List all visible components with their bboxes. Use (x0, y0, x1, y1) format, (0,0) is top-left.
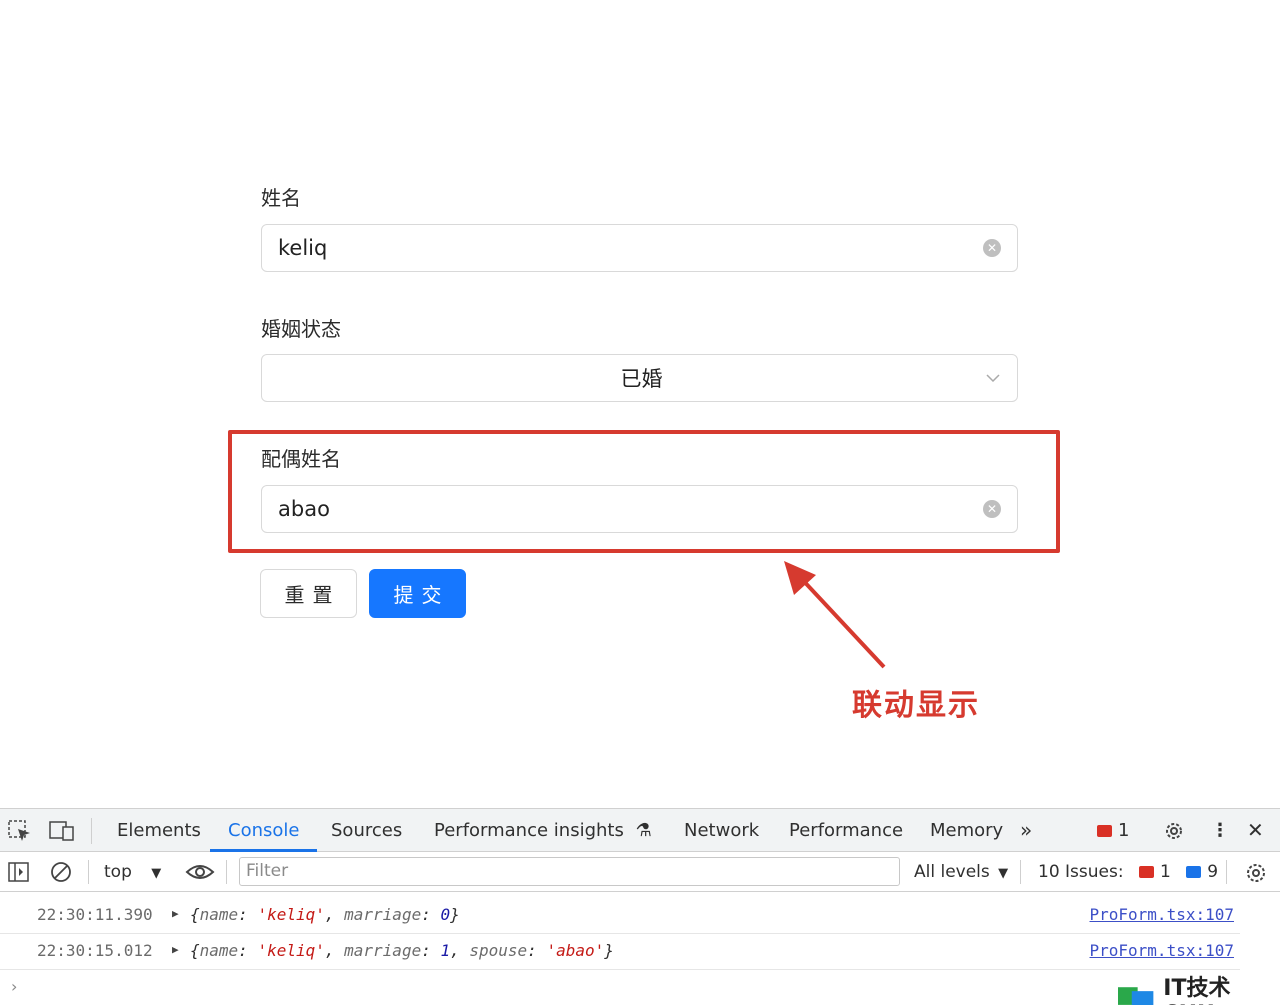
separator (88, 860, 89, 884)
row-separator (0, 969, 1240, 970)
chevron-down-icon (986, 374, 1000, 383)
spouse-input[interactable]: abao ✕ (261, 485, 1018, 533)
issue-error-icon (1139, 866, 1154, 878)
console-log-row: 22:30:15.012 ▶ {name: 'keliq', marriage:… (0, 933, 1280, 969)
tab-memory[interactable]: Memory (930, 809, 1003, 852)
tab-performance-insights-label: Performance insights (434, 820, 624, 841)
log-timestamp: 22:30:11.390 (37, 905, 153, 924)
error-icon (1097, 825, 1112, 837)
log-timestamp: 22:30:15.012 (37, 941, 153, 960)
kebab-menu-icon[interactable]: ⋮ (1211, 809, 1229, 852)
settings-gear-icon[interactable] (1162, 819, 1186, 843)
watermark: IT技术6HU (1118, 970, 1280, 1005)
log-source-link[interactable]: ProForm.tsx:107 (1090, 941, 1235, 960)
tab-elements[interactable]: Elements (117, 809, 201, 852)
clear-icon[interactable]: ✕ (983, 500, 1001, 518)
log-source-link[interactable]: ProForm.tsx:107 (1090, 905, 1235, 924)
error-count: 1 (1118, 820, 1130, 841)
log-levels-value: All levels (914, 862, 990, 882)
dropdown-arrow-icon: ▼ (998, 866, 1009, 881)
error-counter[interactable]: 1 (1097, 809, 1129, 852)
sidebar-toggle-icon[interactable] (8, 861, 30, 883)
issues-label: 10 Issues: (1038, 862, 1124, 882)
tab-performance-insights[interactable]: Performance insights ⚗ (434, 809, 652, 852)
clear-icon[interactable]: ✕ (983, 239, 1001, 257)
log-object[interactable]: {name: 'keliq', marriage: 0} (190, 905, 460, 924)
log-object[interactable]: {name: 'keliq', marriage: 1, spouse: 'ab… (190, 941, 614, 960)
dropdown-arrow-icon: ▼ (151, 866, 162, 881)
name-label: 姓名 (261, 186, 301, 210)
more-tabs-icon[interactable]: » (1020, 809, 1032, 852)
expand-triangle-icon[interactable]: ▶ (172, 943, 179, 956)
console-settings-gear-icon[interactable] (1244, 861, 1268, 885)
marriage-select[interactable]: 已婚 (261, 354, 1018, 402)
reset-button[interactable]: 重置 (260, 569, 357, 618)
annotation-text: 联动显示 (852, 688, 980, 723)
inspect-element-icon[interactable] (8, 820, 32, 842)
marriage-label: 婚姻状态 (261, 317, 341, 341)
separator (91, 818, 92, 844)
console-prompt-icon[interactable]: › (11, 977, 17, 996)
tab-network[interactable]: Network (684, 809, 759, 852)
devtools-panel: Elements Console Sources Performance ins… (0, 808, 1280, 1005)
issues-counter[interactable]: 10 Issues: 1 9 (1038, 852, 1218, 892)
close-icon[interactable]: ✕ (1247, 809, 1264, 852)
clear-console-icon[interactable] (50, 861, 72, 883)
submit-button[interactable]: 提交 (369, 569, 466, 618)
tab-performance[interactable]: Performance (789, 809, 903, 852)
context-select[interactable]: top ▼ (104, 852, 161, 892)
flask-icon: ⚗ (635, 820, 652, 841)
issue-info-icon (1186, 866, 1202, 878)
watermark-logo-icon (1118, 986, 1154, 1005)
separator (1020, 860, 1021, 884)
spouse-input-value: abao (278, 497, 330, 521)
issues-error-count: 1 (1160, 862, 1171, 882)
annotation-arrow (784, 561, 886, 669)
eye-icon[interactable] (185, 862, 215, 882)
tab-sources[interactable]: Sources (331, 809, 402, 852)
filter-input[interactable]: Filter (239, 857, 900, 886)
marriage-select-value: 已婚 (620, 367, 663, 391)
watermark-text: IT技术6HU (1163, 976, 1231, 1005)
console-toolbar: top ▼ Filter All levels ▼ 10 Issues: 1 9 (0, 852, 1280, 892)
name-input[interactable]: keliq ✕ (261, 224, 1018, 272)
spouse-label: 配偶姓名 (261, 447, 341, 471)
log-levels-select[interactable]: All levels ▼ (914, 852, 1008, 892)
device-toolbar-icon[interactable] (49, 820, 75, 842)
name-input-value: keliq (278, 236, 328, 260)
devtools-tabbar: Elements Console Sources Performance ins… (0, 809, 1280, 852)
console-log-row: 22:30:11.390 ▶ {name: 'keliq', marriage:… (0, 897, 1280, 933)
expand-triangle-icon[interactable]: ▶ (172, 907, 179, 920)
separator (226, 860, 227, 884)
context-select-value: top (104, 862, 132, 882)
separator (1226, 860, 1227, 884)
issues-info-count: 9 (1207, 862, 1219, 882)
tab-console[interactable]: Console (210, 809, 318, 852)
